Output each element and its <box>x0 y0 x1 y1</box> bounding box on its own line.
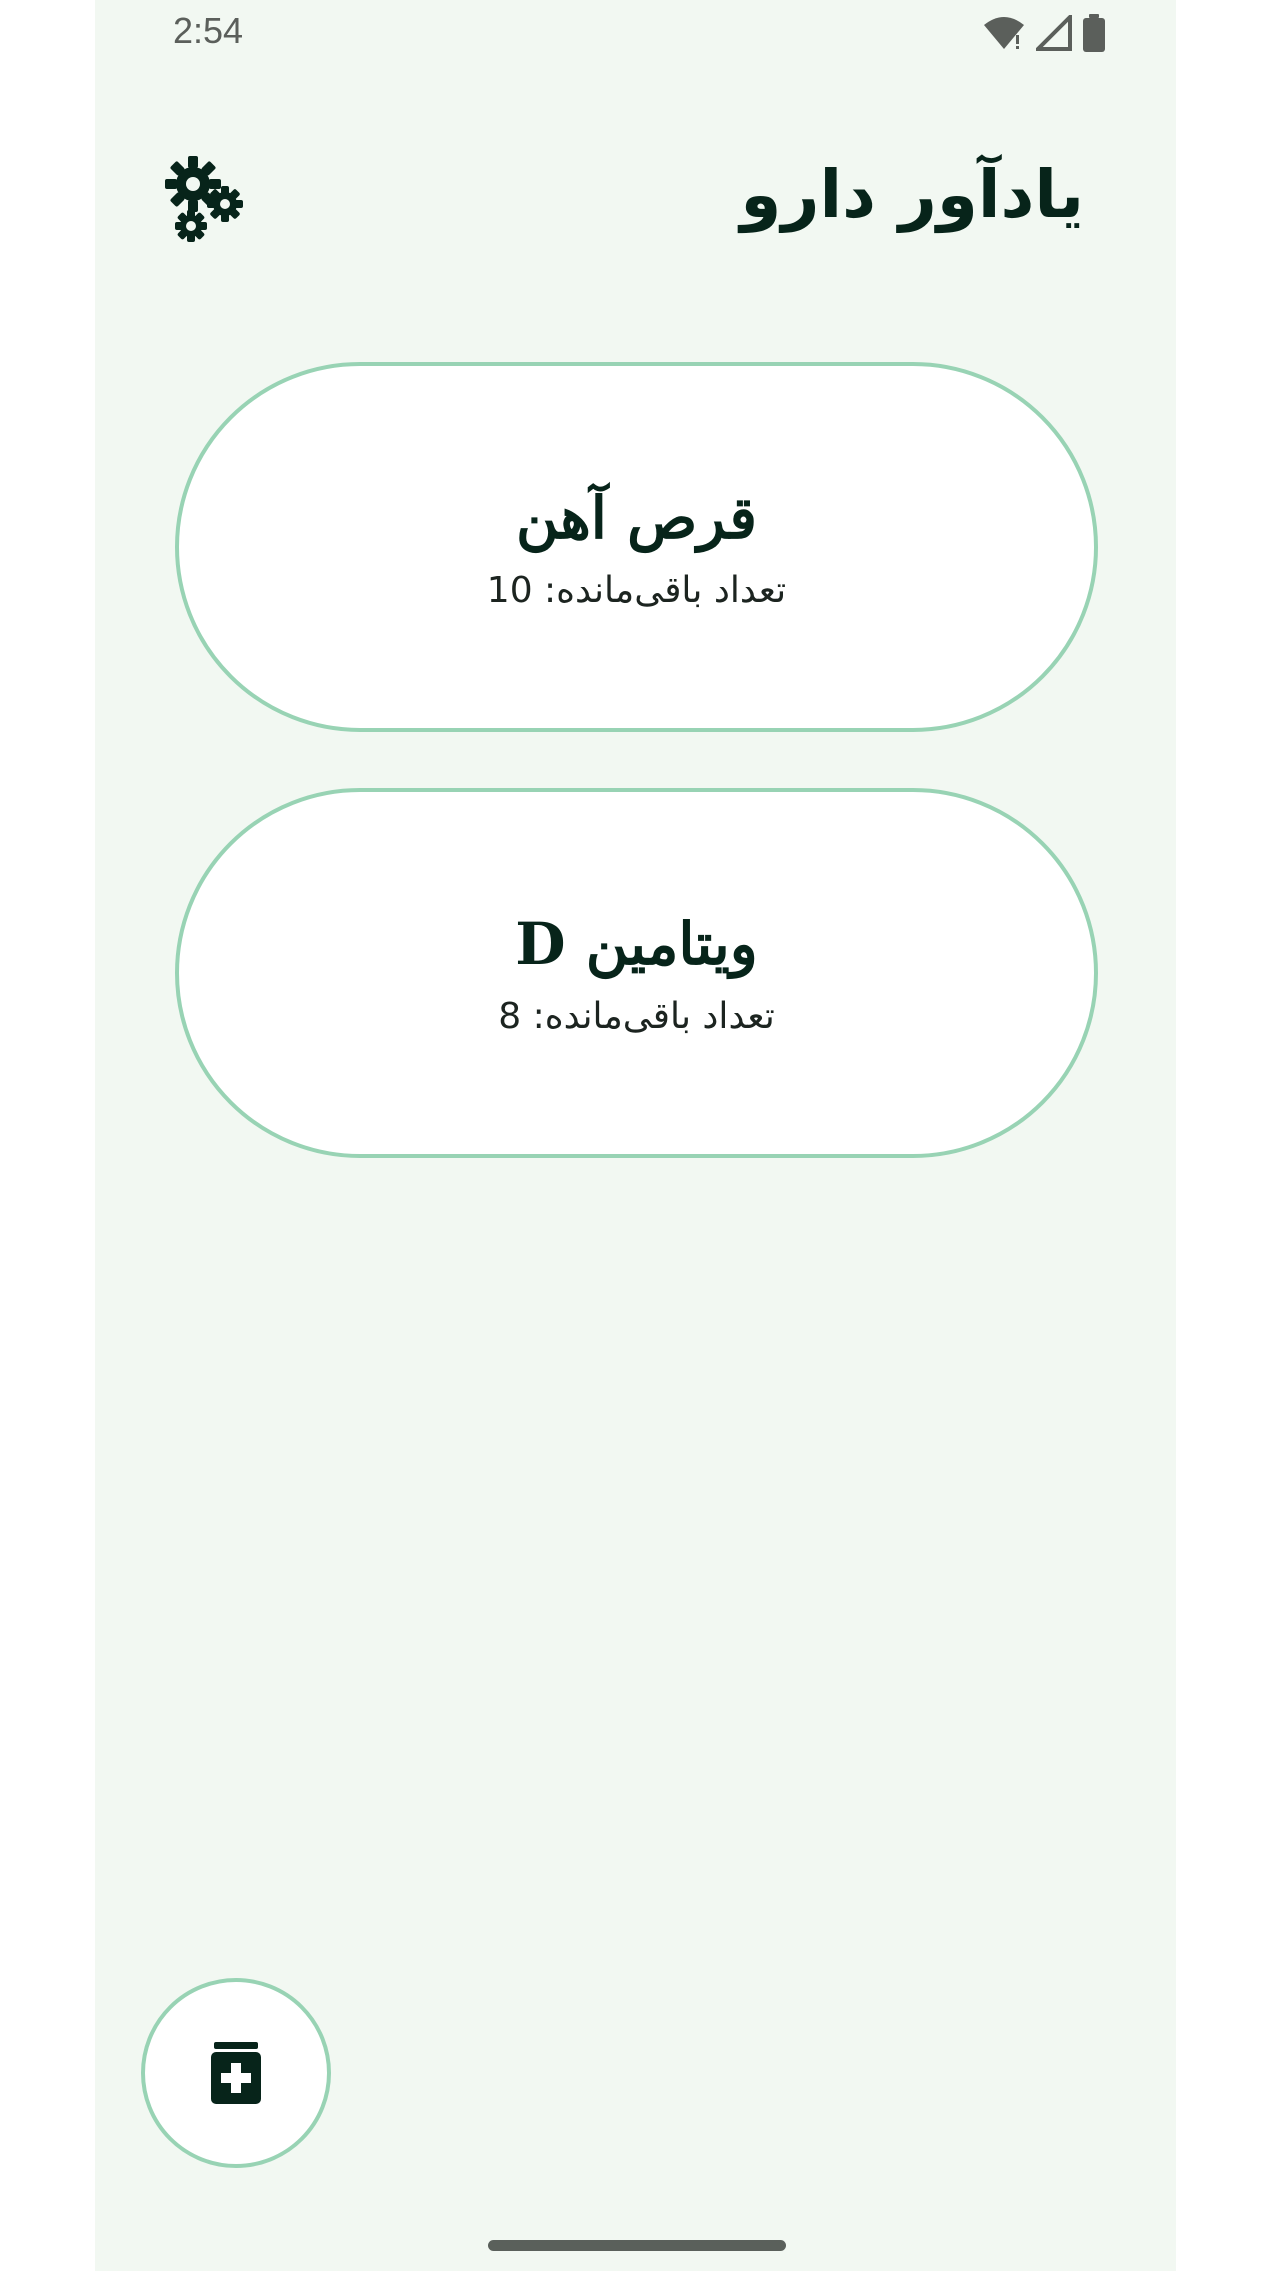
gears-icon <box>165 156 243 242</box>
status-icons <box>982 12 1106 56</box>
medication-remaining-count: تعداد باقی‌مانده: 8 <box>498 995 775 1037</box>
battery-icon <box>1082 14 1106 56</box>
app-screen: 2:54 <box>95 0 1176 2271</box>
status-time: 2:54 <box>173 10 244 51</box>
add-medication-button[interactable] <box>141 1978 331 2168</box>
medication-remaining-count: تعداد باقی‌مانده: 10 <box>486 569 787 611</box>
medication-card-vitamin-d[interactable]: ویتامین D تعداد باقی‌مانده: 8 <box>175 788 1098 1158</box>
app-header: یادآور دارو <box>95 140 1176 270</box>
wifi-icon <box>982 15 1026 55</box>
medication-name: قرص آهن <box>516 483 757 552</box>
status-bar: 2:54 <box>95 0 1176 66</box>
medication-name: ویتامین D <box>515 909 758 978</box>
settings-button[interactable] <box>161 154 253 246</box>
home-indicator[interactable] <box>488 2240 786 2251</box>
medication-list: قرص آهن تعداد باقی‌مانده: 10 ویتامین D ت… <box>175 362 1098 1214</box>
cellular-signal-icon <box>1033 12 1072 55</box>
medication-card-iron[interactable]: قرص آهن تعداد باقی‌مانده: 10 <box>175 362 1098 732</box>
page-title: یادآور دارو <box>740 156 1084 233</box>
medicine-bottle-plus-icon <box>211 2042 261 2104</box>
